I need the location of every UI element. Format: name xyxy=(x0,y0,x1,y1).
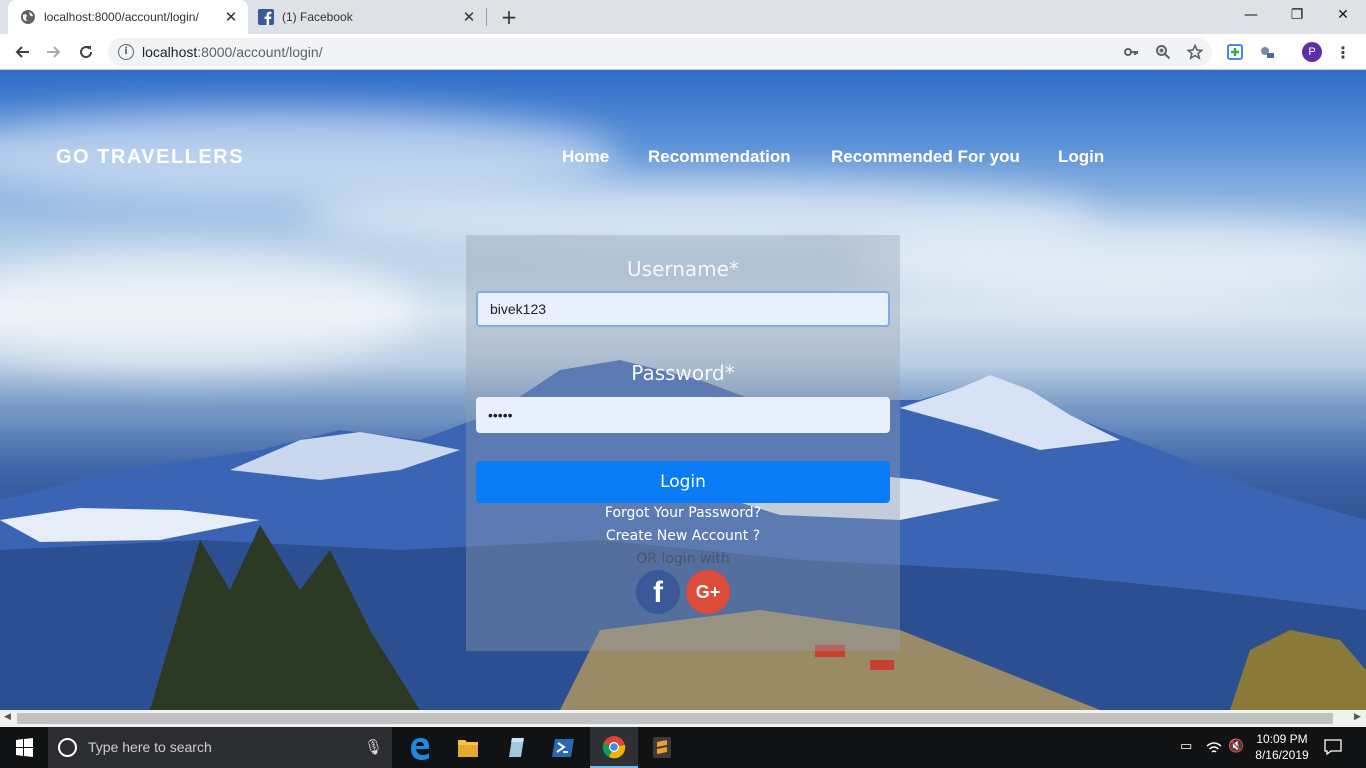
forward-button[interactable] xyxy=(40,38,68,66)
folder-icon xyxy=(458,740,478,757)
extension-icon[interactable] xyxy=(1258,44,1276,62)
facebook-login-button[interactable]: f xyxy=(636,570,680,614)
url-text: localhost:8000/account/login/ xyxy=(142,44,323,60)
tab-facebook[interactable]: (1) Facebook ✕ xyxy=(248,0,486,34)
taskbar-search[interactable]: Type here to search 🎙 xyxy=(48,727,392,768)
clock-time: 10:09 PM xyxy=(1256,732,1308,746)
bookmark-star-icon[interactable] xyxy=(1186,43,1204,62)
reload-icon xyxy=(80,46,93,59)
search-placeholder: Type here to search xyxy=(88,739,212,755)
address-bar[interactable]: i localhost:8000/account/login/ xyxy=(108,38,1212,66)
windows-logo-icon xyxy=(16,738,33,757)
create-account-link[interactable]: Create New Account ? xyxy=(466,528,900,544)
tab-strip: localhost:8000/account/login/ ✕ (1) Face… xyxy=(0,0,1366,34)
or-login-with-text: OR login with xyxy=(636,551,730,567)
facebook-icon xyxy=(258,9,274,25)
clock-date: 8/16/2019 xyxy=(1255,748,1309,762)
google-plus-icon: G+ xyxy=(695,582,721,602)
nav-login[interactable]: Login xyxy=(1058,147,1104,167)
edge-app[interactable] xyxy=(396,727,444,768)
close-tab-icon[interactable]: ✕ xyxy=(220,8,242,26)
tab-title: localhost:8000/account/login/ xyxy=(44,10,199,24)
scroll-left-icon[interactable]: ◀ xyxy=(4,712,11,722)
back-arrow-icon xyxy=(15,46,29,58)
wifi-icon[interactable] xyxy=(1206,741,1222,755)
taskbar: Type here to search 🎙 ▭ 🔇 10:09 PM 8/16/… xyxy=(0,727,1366,768)
url-host: localhost xyxy=(142,44,198,60)
username-input[interactable]: bivek123 xyxy=(476,291,890,327)
globe-icon xyxy=(21,10,35,24)
reload-button[interactable] xyxy=(72,38,100,66)
nav-recommendation[interactable]: Recommendation xyxy=(648,147,791,167)
close-window-button[interactable]: ✕ xyxy=(1320,0,1366,30)
google-login-button[interactable]: G+ xyxy=(686,570,730,614)
browser-toolbar: i localhost:8000/account/login/ P ⋮ xyxy=(0,34,1366,70)
tab-title: (1) Facebook xyxy=(282,10,353,24)
edge-icon xyxy=(411,738,430,760)
nav-recommended-for-you[interactable]: Recommended For you xyxy=(831,147,1020,167)
new-tab-button[interactable]: + xyxy=(498,4,520,30)
password-input[interactable]: ••••• xyxy=(476,397,890,433)
zoom-icon[interactable] xyxy=(1154,44,1172,62)
username-label: Username* xyxy=(627,257,739,281)
chrome-icon xyxy=(602,736,626,759)
horizontal-scrollbar[interactable]: ◀ ▶ xyxy=(0,710,1366,727)
microphone-icon[interactable]: 🎙 xyxy=(364,738,383,756)
file-explorer-app[interactable] xyxy=(444,727,492,768)
forward-arrow-icon xyxy=(47,46,61,58)
key-icon[interactable] xyxy=(1122,44,1140,62)
volume-muted-icon[interactable]: 🔇 xyxy=(1228,739,1244,754)
menu-dots-icon[interactable]: ⋮ xyxy=(1334,44,1352,62)
profile-avatar[interactable]: P xyxy=(1302,42,1322,62)
minimize-button[interactable]: — xyxy=(1228,0,1274,30)
nav-home[interactable]: Home xyxy=(562,147,609,167)
sublime-app[interactable] xyxy=(638,727,686,768)
scroll-right-icon[interactable]: ▶ xyxy=(1354,712,1361,722)
back-button[interactable] xyxy=(8,38,36,66)
start-button[interactable] xyxy=(0,727,48,768)
url-path: :8000/account/login/ xyxy=(197,44,323,60)
notes-icon xyxy=(509,738,524,757)
forgot-password-link[interactable]: Forgot Your Password? xyxy=(466,505,900,521)
site-info-icon[interactable]: i xyxy=(118,44,134,60)
chrome-app[interactable] xyxy=(590,727,638,768)
extension-plus-icon[interactable] xyxy=(1226,44,1244,62)
page-viewport: GO TRAVELLERS Home Recommendation Recomm… xyxy=(0,70,1366,710)
tab-divider xyxy=(486,8,487,26)
close-tab-icon[interactable]: ✕ xyxy=(458,8,480,26)
notification-icon[interactable] xyxy=(1324,739,1342,755)
login-card: Username* bivek123 Password* ••••• Login… xyxy=(466,235,900,651)
sublime-icon xyxy=(653,737,671,758)
powershell-app[interactable] xyxy=(540,727,588,768)
scrollbar-thumb[interactable] xyxy=(17,713,1333,724)
login-button[interactable]: Login xyxy=(476,461,890,503)
restore-button[interactable]: ❐ xyxy=(1274,0,1320,30)
notes-app[interactable] xyxy=(492,727,540,768)
battery-icon[interactable]: ▭ xyxy=(1180,739,1192,754)
site-brand[interactable]: GO TRAVELLERS xyxy=(56,146,244,169)
facebook-icon: f xyxy=(653,576,663,609)
tab-login[interactable]: localhost:8000/account/login/ ✕ xyxy=(8,0,248,34)
taskbar-clock[interactable]: 10:09 PM 8/16/2019 xyxy=(1250,731,1314,763)
cortana-icon xyxy=(58,738,77,757)
password-label: Password* xyxy=(631,361,735,385)
powershell-icon xyxy=(552,739,574,757)
